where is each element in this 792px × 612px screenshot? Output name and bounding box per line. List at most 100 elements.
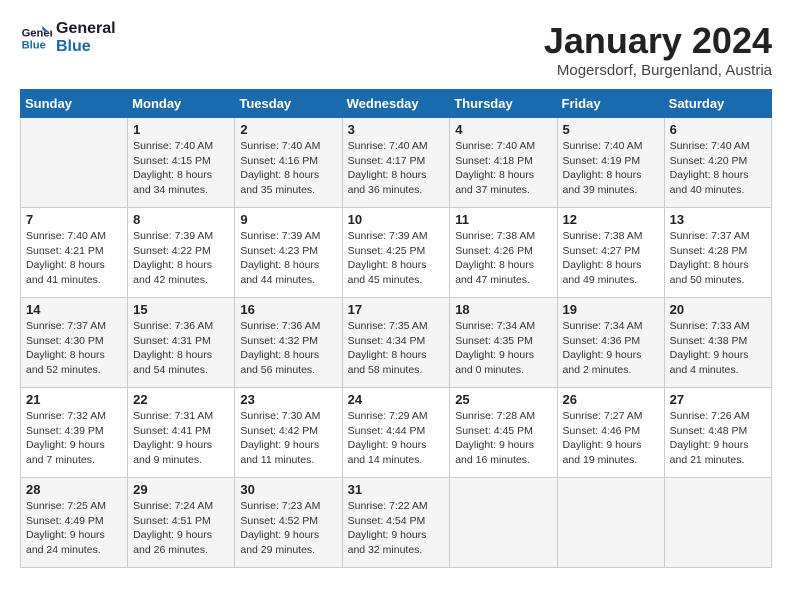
day-info: Sunrise: 7:33 AMSunset: 4:38 PMDaylight:…	[670, 319, 766, 378]
logo: General Blue General Blue	[20, 20, 116, 55]
calendar-cell: 21 Sunrise: 7:32 AMSunset: 4:39 PMDayligh…	[21, 388, 128, 478]
day-number: 31	[348, 482, 445, 497]
day-info: Sunrise: 7:28 AMSunset: 4:45 PMDaylight:…	[455, 409, 551, 468]
day-info: Sunrise: 7:26 AMSunset: 4:48 PMDaylight:…	[670, 409, 766, 468]
calendar-cell	[664, 478, 771, 568]
calendar-cell: 3 Sunrise: 7:40 AMSunset: 4:17 PMDaylight…	[342, 118, 450, 208]
calendar-cell: 10Sunrise: 7:39 AMSunset: 4:25 PMDayligh…	[342, 208, 450, 298]
calendar-cell	[21, 118, 128, 208]
day-info: Sunrise: 7:36 AMSunset: 4:32 PMDaylight:…	[240, 319, 336, 378]
day-info: Sunrise: 7:35 AMSunset: 4:34 PMDaylight:…	[348, 319, 445, 378]
calendar-cell: 28 Sunrise: 7:25 AMSunset: 4:49 PMDayligh…	[21, 478, 128, 568]
day-info: Sunrise: 7:34 AMSunset: 4:36 PMDaylight:…	[563, 319, 659, 378]
day-number: 25	[455, 392, 551, 407]
calendar-cell: 13 Sunrise: 7:37 AMSunset: 4:28 PMDayligh…	[664, 208, 771, 298]
day-number: 3	[348, 122, 445, 137]
calendar-cell: 9Sunrise: 7:39 AMSunset: 4:23 PMDaylight…	[235, 208, 342, 298]
week-row-5: 28 Sunrise: 7:25 AMSunset: 4:49 PMDayligh…	[21, 478, 772, 568]
day-info: Sunrise: 7:30 AMSunset: 4:42 PMDaylight:…	[240, 409, 336, 468]
day-info: Sunrise: 7:29 AMSunset: 4:44 PMDaylight:…	[348, 409, 445, 468]
calendar-cell: 7 Sunrise: 7:40 AMSunset: 4:21 PMDaylight…	[21, 208, 128, 298]
day-info: Sunrise: 7:25 AMSunset: 4:49 PMDaylight:…	[26, 499, 122, 558]
day-number: 28	[26, 482, 122, 497]
weekday-header-saturday: Saturday	[664, 90, 771, 118]
day-number: 30	[240, 482, 336, 497]
day-info: Sunrise: 7:40 AMSunset: 4:18 PMDaylight:…	[455, 139, 551, 198]
svg-text:Blue: Blue	[22, 39, 46, 51]
calendar-cell: 31 Sunrise: 7:22 AMSunset: 4:54 PMDayligh…	[342, 478, 450, 568]
day-info: Sunrise: 7:39 AMSunset: 4:23 PMDaylight:…	[240, 229, 336, 288]
day-info: Sunrise: 7:40 AMSunset: 4:17 PMDaylight:…	[348, 139, 445, 198]
calendar-cell: 18Sunrise: 7:34 AMSunset: 4:35 PMDayligh…	[450, 298, 557, 388]
day-info: Sunrise: 7:40 AMSunset: 4:19 PMDaylight:…	[563, 139, 659, 198]
calendar-cell: 26Sunrise: 7:27 AMSunset: 4:46 PMDayligh…	[557, 388, 664, 478]
day-info: Sunrise: 7:32 AMSunset: 4:39 PMDaylight:…	[26, 409, 122, 468]
day-number: 7	[26, 212, 122, 227]
day-number: 23	[240, 392, 336, 407]
day-number: 18	[455, 302, 551, 317]
day-number: 5	[563, 122, 659, 137]
day-number: 27	[670, 392, 766, 407]
day-number: 10	[348, 212, 445, 227]
calendar-table: SundayMondayTuesdayWednesdayThursdayFrid…	[20, 89, 772, 568]
day-info: Sunrise: 7:40 AMSunset: 4:21 PMDaylight:…	[26, 229, 122, 288]
day-info: Sunrise: 7:24 AMSunset: 4:51 PMDaylight:…	[133, 499, 229, 558]
calendar-cell: 2 Sunrise: 7:40 AMSunset: 4:16 PMDaylight…	[235, 118, 342, 208]
day-number: 29	[133, 482, 229, 497]
week-row-3: 14 Sunrise: 7:37 AMSunset: 4:30 PMDayligh…	[21, 298, 772, 388]
calendar-cell: 25 Sunrise: 7:28 AMSunset: 4:45 PMDayligh…	[450, 388, 557, 478]
day-info: Sunrise: 7:36 AMSunset: 4:31 PMDaylight:…	[133, 319, 229, 378]
day-number: 15	[133, 302, 229, 317]
logo-general: General	[56, 20, 116, 38]
week-row-1: 1 Sunrise: 7:40 AMSunset: 4:15 PMDaylight…	[21, 118, 772, 208]
day-info: Sunrise: 7:37 AMSunset: 4:30 PMDaylight:…	[26, 319, 122, 378]
weekday-header-wednesday: Wednesday	[342, 90, 450, 118]
day-number: 2	[240, 122, 336, 137]
calendar-cell	[557, 478, 664, 568]
calendar-cell: 19Sunrise: 7:34 AMSunset: 4:36 PMDayligh…	[557, 298, 664, 388]
day-info: Sunrise: 7:40 AMSunset: 4:16 PMDaylight:…	[240, 139, 336, 198]
day-number: 6	[670, 122, 766, 137]
calendar-cell: 11 Sunrise: 7:38 AMSunset: 4:26 PMDayligh…	[450, 208, 557, 298]
day-info: Sunrise: 7:38 AMSunset: 4:26 PMDaylight:…	[455, 229, 551, 288]
calendar-cell: 20 Sunrise: 7:33 AMSunset: 4:38 PMDayligh…	[664, 298, 771, 388]
calendar-cell: 30Sunrise: 7:23 AMSunset: 4:52 PMDayligh…	[235, 478, 342, 568]
day-number: 1	[133, 122, 229, 137]
day-number: 13	[670, 212, 766, 227]
svg-text:General: General	[22, 27, 52, 39]
calendar-cell: 14 Sunrise: 7:37 AMSunset: 4:30 PMDayligh…	[21, 298, 128, 388]
week-row-2: 7 Sunrise: 7:40 AMSunset: 4:21 PMDaylight…	[21, 208, 772, 298]
day-number: 21	[26, 392, 122, 407]
day-info: Sunrise: 7:31 AMSunset: 4:41 PMDaylight:…	[133, 409, 229, 468]
day-info: Sunrise: 7:27 AMSunset: 4:46 PMDaylight:…	[563, 409, 659, 468]
day-info: Sunrise: 7:38 AMSunset: 4:27 PMDaylight:…	[563, 229, 659, 288]
day-number: 4	[455, 122, 551, 137]
day-number: 14	[26, 302, 122, 317]
day-number: 20	[670, 302, 766, 317]
calendar-cell: 27 Sunrise: 7:26 AMSunset: 4:48 PMDayligh…	[664, 388, 771, 478]
page-header: General Blue General Blue January 2024 M…	[20, 20, 772, 79]
title-area: January 2024 Mogersdorf, Burgenland, Aus…	[544, 20, 772, 79]
weekday-header-friday: Friday	[557, 90, 664, 118]
weekday-header-row: SundayMondayTuesdayWednesdayThursdayFrid…	[21, 90, 772, 118]
weekday-header-sunday: Sunday	[21, 90, 128, 118]
calendar-cell: 23 Sunrise: 7:30 AMSunset: 4:42 PMDayligh…	[235, 388, 342, 478]
day-number: 16	[240, 302, 336, 317]
calendar-cell: 6 Sunrise: 7:40 AMSunset: 4:20 PMDaylight…	[664, 118, 771, 208]
week-row-4: 21 Sunrise: 7:32 AMSunset: 4:39 PMDayligh…	[21, 388, 772, 478]
calendar-cell: 29 Sunrise: 7:24 AMSunset: 4:51 PMDayligh…	[128, 478, 235, 568]
calendar-cell: 8Sunrise: 7:39 AMSunset: 4:22 PMDaylight…	[128, 208, 235, 298]
day-info: Sunrise: 7:22 AMSunset: 4:54 PMDaylight:…	[348, 499, 445, 558]
calendar-cell: 12 Sunrise: 7:38 AMSunset: 4:27 PMDayligh…	[557, 208, 664, 298]
day-info: Sunrise: 7:40 AMSunset: 4:20 PMDaylight:…	[670, 139, 766, 198]
day-info: Sunrise: 7:40 AMSunset: 4:15 PMDaylight:…	[133, 139, 229, 198]
day-number: 17	[348, 302, 445, 317]
weekday-header-monday: Monday	[128, 90, 235, 118]
calendar-cell: 17 Sunrise: 7:35 AMSunset: 4:34 PMDayligh…	[342, 298, 450, 388]
calendar-cell: 22Sunrise: 7:31 AMSunset: 4:41 PMDayligh…	[128, 388, 235, 478]
weekday-header-thursday: Thursday	[450, 90, 557, 118]
day-number: 12	[563, 212, 659, 227]
day-number: 11	[455, 212, 551, 227]
day-info: Sunrise: 7:37 AMSunset: 4:28 PMDaylight:…	[670, 229, 766, 288]
calendar-subtitle: Mogersdorf, Burgenland, Austria	[544, 62, 772, 79]
